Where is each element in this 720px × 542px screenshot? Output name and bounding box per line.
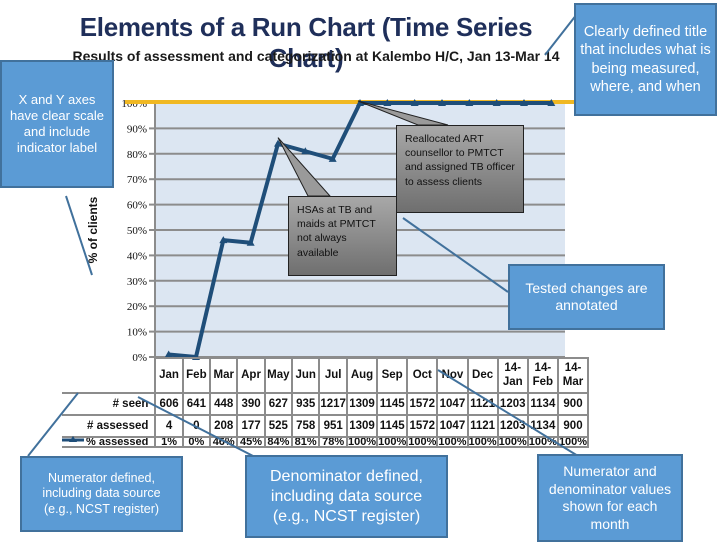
- table-cell: 1572: [406, 414, 439, 438]
- table-cell: 100%: [466, 436, 499, 448]
- table-cell: 4: [154, 414, 184, 438]
- callout-values-note: Numerator and denominator values shown f…: [537, 454, 683, 542]
- table-cell: 208: [209, 414, 239, 438]
- table-cell: 100%: [436, 436, 469, 448]
- table-cell: 951: [318, 414, 348, 438]
- x-category-label: Mar: [209, 357, 239, 394]
- table-corner: [62, 358, 157, 393]
- table-row-assessed: # assessed 4 0 208 177 525 758 951 1309 1145 1572 1…: [62, 414, 590, 438]
- table-cell: 627: [263, 392, 294, 416]
- table-cell: 0%: [181, 436, 212, 448]
- table-cell: 900: [556, 414, 590, 438]
- table-cell: 1134: [526, 414, 559, 438]
- y-tick-label: 20%: [127, 301, 147, 313]
- table-row-label: % assessed: [62, 436, 157, 448]
- annotation-reallocated: Reallocated ART counsellor to PMTCT and …: [396, 125, 524, 213]
- x-category-label: 14- Jan: [496, 357, 529, 394]
- table-cell: 84%: [263, 436, 294, 448]
- x-category-label: Jul: [318, 357, 348, 394]
- table-cell: 1121: [466, 392, 499, 416]
- callout-title-note: Clearly defined title that includes what…: [574, 3, 717, 116]
- y-tick-label: 30%: [127, 276, 147, 288]
- callout-annotated-note-text: Tested changes are annotated: [525, 279, 648, 314]
- table-cell: 78%: [318, 436, 348, 448]
- callout-numerator-note-text: Numerator defined, including data source…: [42, 470, 161, 516]
- callout-numerator-note: Numerator defined, including data source…: [20, 456, 183, 532]
- callout-values-note-text: Numerator and denominator values shown f…: [548, 463, 672, 532]
- x-category-label: Nov: [436, 357, 469, 394]
- table-cell: 1%: [154, 436, 184, 448]
- y-tick-label: 40%: [127, 250, 147, 262]
- x-category-label: Jan: [154, 357, 184, 394]
- table-row-seen: # seen 606 641 448 390 627 935 1217 1309 1145 1572…: [62, 392, 590, 416]
- table-cell: 390: [236, 392, 266, 416]
- x-category-label: 14- Feb: [526, 357, 559, 394]
- x-category-label: 14- Mar: [556, 357, 590, 394]
- y-axis-ticks: 0%10%20%30%40%50%60%70%80%90%100%: [121, 98, 155, 364]
- y-tick-label: 70%: [127, 174, 147, 186]
- table-cell: 641: [181, 392, 212, 416]
- table-cell: 1047: [436, 392, 469, 416]
- table-cell: 1309: [345, 414, 379, 438]
- callout-annotated-note: Tested changes are annotated: [508, 264, 665, 330]
- x-category-label: Apr: [236, 357, 266, 394]
- table-cell: 100%: [406, 436, 439, 448]
- table-row-label: # assessed: [62, 414, 157, 438]
- table-cell: 1309: [345, 392, 379, 416]
- table-cell: 100%: [526, 436, 559, 448]
- callout-axes-note: X and Y axes have clear scale and includ…: [0, 60, 114, 188]
- table-cell: 1203: [496, 392, 529, 416]
- table-cell: 1217: [318, 392, 348, 416]
- table-cell: 1145: [376, 392, 409, 416]
- table-cell: 1145: [376, 414, 409, 438]
- x-category-label: Jun: [291, 357, 321, 394]
- y-tick-label: 50%: [127, 225, 147, 237]
- x-category-label: Aug: [345, 357, 379, 394]
- callout-title-note-text: Clearly defined title that includes what…: [580, 24, 711, 95]
- y-tick-label: 60%: [127, 200, 147, 212]
- table-cell: 935: [291, 392, 321, 416]
- table-cell: 0: [181, 414, 212, 438]
- table-cell: 1572: [406, 392, 439, 416]
- table-cell: 81%: [291, 436, 321, 448]
- table-cell: 448: [209, 392, 239, 416]
- table-cell: 525: [263, 414, 294, 438]
- table-cell: 100%: [496, 436, 529, 448]
- callout-denominator-note-text: Denominator defined, including data sour…: [270, 467, 423, 525]
- table-cell: 1134: [526, 392, 559, 416]
- callout-denominator-note: Denominator defined, including data sour…: [245, 455, 448, 538]
- table-cell: 1121: [466, 414, 499, 438]
- x-category-label: Sep: [376, 357, 409, 394]
- x-category-label: Dec: [466, 357, 499, 394]
- table-cell: 606: [154, 392, 184, 416]
- table-row-label: # seen: [62, 392, 157, 416]
- data-table: Jan Feb Mar Apr May Jun Jul Aug Sep Oct Nov Dec 14- J…: [62, 357, 590, 448]
- table-cell: 1203: [496, 414, 529, 438]
- y-tick-label: 10%: [127, 327, 147, 339]
- table-row-percent-assessed: % assessed 1% 0% 46% 45% 84% 81% 78% 100% 100% 100…: [62, 436, 590, 448]
- y-axis-label: % of clients: [86, 196, 100, 263]
- table-cell: 758: [291, 414, 321, 438]
- table-cell: 45%: [236, 436, 266, 448]
- table-cell: 1047: [436, 414, 469, 438]
- table-cell: 100%: [376, 436, 409, 448]
- table-cell: 900: [556, 392, 590, 416]
- annotation-hsas: HSAs at TB and maids at PMTCT not always…: [288, 196, 397, 276]
- table-header-row: Jan Feb Mar Apr May Jun Jul Aug Sep Oct Nov Dec 14- J…: [62, 357, 590, 394]
- y-tick-label: 90%: [127, 123, 147, 135]
- table-cell: 100%: [556, 436, 590, 448]
- callout-axes-note-text: X and Y axes have clear scale and includ…: [10, 91, 104, 156]
- x-category-label: May: [263, 357, 294, 394]
- table-cell: 177: [236, 414, 266, 438]
- x-category-label: Oct: [406, 357, 439, 394]
- x-category-label: Feb: [181, 357, 212, 394]
- y-tick-label: 80%: [127, 149, 147, 161]
- table-cell: 46%: [209, 436, 239, 448]
- table-cell: 100%: [345, 436, 379, 448]
